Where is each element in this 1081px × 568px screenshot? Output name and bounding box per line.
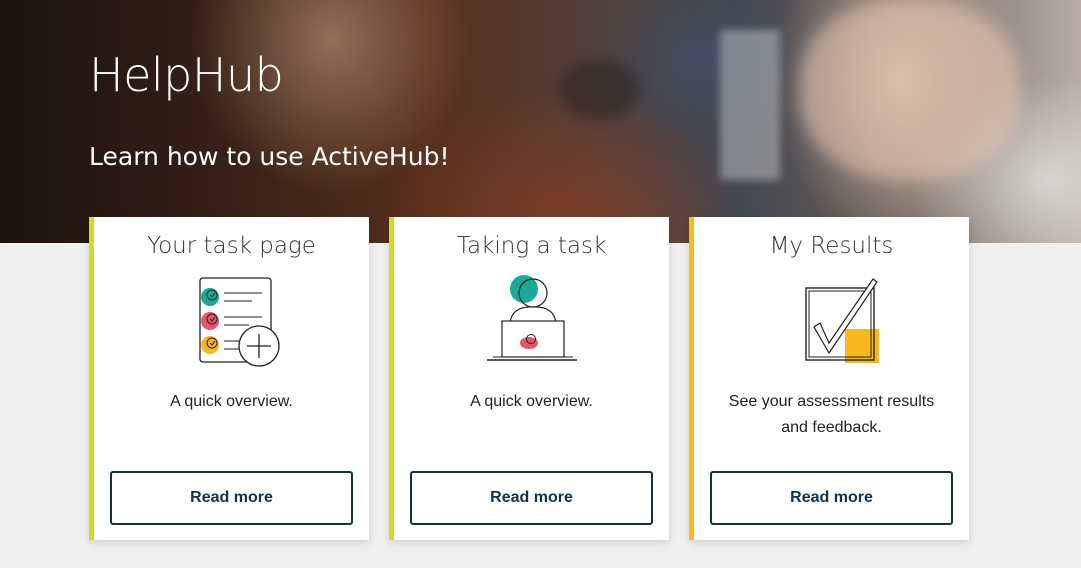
card-title: Your task page <box>147 233 316 259</box>
card-accent-bar <box>89 217 94 540</box>
card-description: A quick overview. <box>170 393 293 410</box>
card-accent-bar <box>689 217 694 540</box>
person-at-laptop-icon <box>394 273 669 369</box>
card-your-task-page: Your task page A quick overview. Read mo… <box>89 217 369 540</box>
card-taking-a-task: Taking a task A quick overview. Read mor… <box>389 217 669 540</box>
read-more-button[interactable]: Read more <box>710 471 953 525</box>
card-accent-bar <box>389 217 394 540</box>
read-more-button[interactable]: Read more <box>410 471 653 525</box>
hero-banner: HelpHub Learn how to use ActiveHub! <box>0 0 1081 243</box>
card-my-results: My Results See your assessment results a… <box>689 217 969 540</box>
card-description: See your assessment results and feedback… <box>728 393 935 436</box>
task-list-icon <box>94 273 369 369</box>
page-title: HelpHub <box>89 48 284 102</box>
card-title: My Results <box>769 233 894 259</box>
page-subtitle: Learn how to use ActiveHub! <box>89 142 450 171</box>
read-more-button[interactable]: Read more <box>110 471 353 525</box>
card-description: A quick overview. <box>470 393 593 410</box>
card-title: Taking a task <box>456 233 607 259</box>
checkbox-checked-icon <box>694 273 969 369</box>
